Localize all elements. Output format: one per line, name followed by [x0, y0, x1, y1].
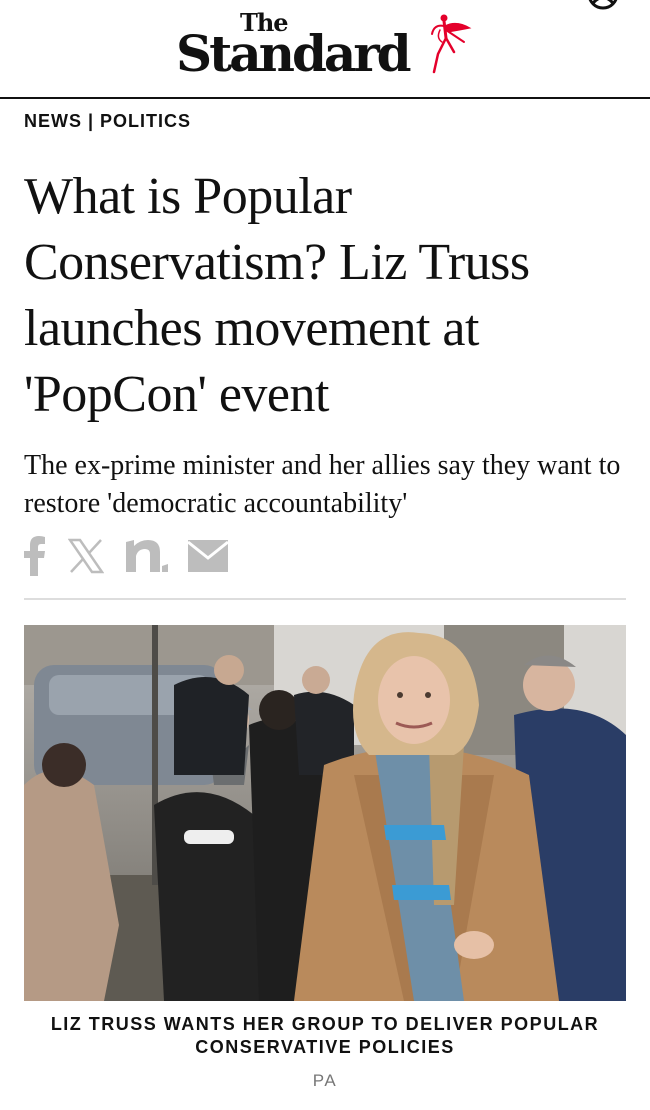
breadcrumb: NEWS | POLITICS: [24, 111, 191, 132]
photo-credit: PA: [312, 1071, 338, 1090]
article-photo[interactable]: [24, 625, 626, 1001]
hamburger-menu-icon[interactable]: [30, 0, 76, 4]
facebook-share-button[interactable]: [24, 536, 46, 576]
eros-figure-icon: [431, 14, 472, 74]
article-standfirst: The ex-prime minister and her allies say…: [24, 450, 621, 519]
share-bar: [24, 534, 228, 578]
newsnow-share-button[interactable]: [124, 538, 168, 574]
divider: [24, 598, 626, 600]
photo-caption: LIZ TRUSS WANTS HER GROUP TO DELIVER POP…: [50, 1014, 600, 1057]
x-share-button[interactable]: [68, 538, 104, 574]
account-icon[interactable]: [586, 0, 620, 10]
x-icon: [68, 538, 104, 574]
breadcrumb-separator: |: [88, 111, 95, 131]
newsnow-icon: [126, 540, 168, 572]
facebook-icon: [24, 536, 45, 576]
logo-standard-text: Standard: [176, 24, 412, 83]
breadcrumb-news-link[interactable]: NEWS: [24, 111, 82, 132]
site-logo[interactable]: The Standard: [176, 8, 476, 83]
photo-illustration: [24, 625, 626, 1001]
breadcrumb-politics-link[interactable]: POLITICS: [100, 111, 191, 132]
email-share-button[interactable]: [188, 539, 228, 573]
email-icon: [188, 540, 228, 572]
article-headline: What is Popular Conservatism? Liz Truss …: [24, 168, 530, 423]
site-header: The Standard: [0, 0, 650, 99]
